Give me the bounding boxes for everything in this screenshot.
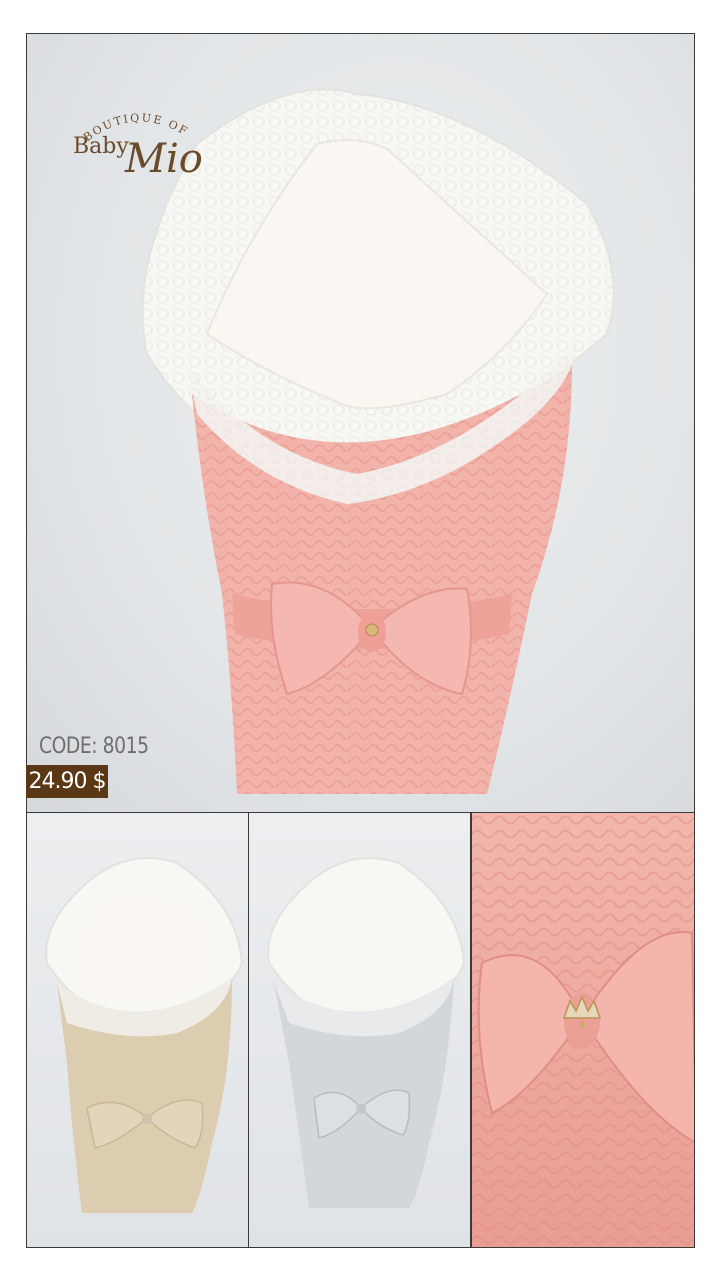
main-product-photo: BOUTIQUE OF Baby Mio CODE: 8015 bbox=[26, 33, 695, 813]
logo-mio-text: Mio bbox=[125, 136, 203, 182]
price-tag: 24.90 $ bbox=[26, 765, 108, 798]
boutique-logo: BOUTIQUE OF Baby Mio bbox=[67, 104, 217, 204]
beige-swaddle-illustration bbox=[45, 857, 244, 1213]
product-code: CODE: 8015 bbox=[39, 734, 149, 759]
logo-baby-text: Baby bbox=[73, 134, 129, 159]
variant-pink-closeup-photo bbox=[471, 812, 695, 1248]
grey-swaddle-illustration bbox=[267, 857, 466, 1208]
variant-beige-photo bbox=[26, 812, 249, 1248]
variant-grey-photo bbox=[248, 812, 471, 1248]
pink-bow-closeup-illustration bbox=[472, 813, 694, 1247]
